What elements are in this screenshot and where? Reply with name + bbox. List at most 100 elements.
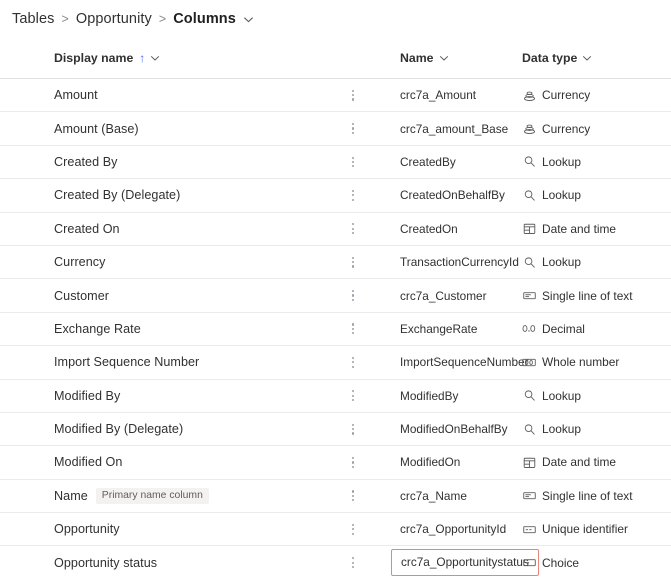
cell-display-name[interactable]: Created By xyxy=(0,155,330,169)
cell-data-type[interactable]: Decimal xyxy=(522,322,671,336)
cell-name[interactable]: crc7a_Amount xyxy=(400,86,522,104)
cell-display-name[interactable]: Currency xyxy=(0,255,330,269)
cell-name[interactable]: ModifiedBy xyxy=(400,387,522,405)
more-options-icon[interactable] xyxy=(347,520,359,539)
table-row[interactable]: Currency TransactionCurrencyId Lookup xyxy=(0,244,671,278)
table-row[interactable]: Created On CreatedOn Date and time xyxy=(0,211,671,245)
more-options-icon[interactable] xyxy=(347,420,359,439)
column-header-data-type[interactable]: Data type xyxy=(522,51,671,65)
cell-row-menu[interactable] xyxy=(330,153,400,172)
chevron-down-icon[interactable] xyxy=(582,53,592,63)
cell-name[interactable]: CreatedOnBehalfBy xyxy=(400,186,522,204)
chevron-down-icon[interactable] xyxy=(243,14,254,25)
cell-display-name[interactable]: Import Sequence Number xyxy=(0,355,330,369)
cell-data-type[interactable]: Date and time xyxy=(522,455,671,469)
cell-row-menu[interactable] xyxy=(330,253,400,272)
cell-display-name[interactable]: Name Primary name column xyxy=(0,487,330,505)
cell-name[interactable]: crc7a_OpportunityId xyxy=(400,520,522,538)
more-options-icon[interactable] xyxy=(347,86,359,105)
cell-display-name[interactable]: Opportunity status xyxy=(0,556,330,570)
cell-name[interactable]: crc7a_amount_Base xyxy=(400,120,522,138)
column-header-display-name[interactable]: Display name ↑ xyxy=(0,51,330,65)
cell-name[interactable]: ExchangeRate xyxy=(400,320,522,338)
sort-ascending-icon[interactable]: ↑ xyxy=(139,52,145,64)
table-row[interactable]: Modified By (Delegate) ModifiedOnBehalfBy… xyxy=(0,411,671,445)
cell-row-menu[interactable] xyxy=(330,486,400,505)
cell-data-type[interactable]: Lookup xyxy=(522,389,671,403)
cell-display-name[interactable]: Opportunity xyxy=(0,522,330,536)
column-header-name[interactable]: Name xyxy=(400,49,522,67)
table-row[interactable]: Created By CreatedBy Lookup xyxy=(0,144,671,178)
more-options-icon[interactable] xyxy=(347,186,359,205)
cell-data-type[interactable]: Lookup xyxy=(522,422,671,436)
cell-name[interactable]: crc7a_Name xyxy=(400,487,522,505)
more-options-icon[interactable] xyxy=(347,253,359,272)
cell-data-type[interactable]: Currency xyxy=(522,88,671,102)
cell-display-name[interactable]: Modified On xyxy=(0,455,330,469)
table-row[interactable]: Amount crc7a_Amount Currency xyxy=(0,78,671,111)
more-options-icon[interactable] xyxy=(347,219,359,238)
table-row[interactable]: Amount (Base) crc7a_amount_Base Currency xyxy=(0,111,671,144)
cell-name[interactable]: crc7a_Customer xyxy=(400,287,522,305)
cell-row-menu[interactable] xyxy=(330,553,400,572)
cell-name[interactable]: ModifiedOnBehalfBy xyxy=(400,420,522,438)
more-options-icon[interactable] xyxy=(347,286,359,305)
breadcrumb-item-columns[interactable]: Columns xyxy=(173,11,236,27)
table-row[interactable]: Exchange Rate ExchangeRate Decimal xyxy=(0,311,671,345)
cell-row-menu[interactable] xyxy=(330,186,400,205)
cell-row-menu[interactable] xyxy=(330,86,400,105)
more-options-icon[interactable] xyxy=(347,386,359,405)
more-options-icon[interactable] xyxy=(347,353,359,372)
cell-name[interactable]: CreatedBy xyxy=(400,153,522,171)
table-row[interactable]: Customer crc7a_Customer Single line of tex… xyxy=(0,278,671,311)
cell-name[interactable]: TransactionCurrencyId xyxy=(400,253,522,271)
cell-row-menu[interactable] xyxy=(330,286,400,305)
cell-data-type[interactable]: Unique identifier xyxy=(522,522,671,536)
more-options-icon[interactable] xyxy=(347,319,359,338)
cell-name[interactable]: crc7a_Opportunitystatus xyxy=(391,548,539,576)
cell-display-name[interactable]: Amount xyxy=(0,88,330,102)
cell-display-name[interactable]: Created On xyxy=(0,222,330,236)
cell-display-name[interactable]: Customer xyxy=(0,289,330,303)
breadcrumb-item-opportunity[interactable]: Opportunity xyxy=(76,11,152,27)
cell-data-type[interactable]: Lookup xyxy=(522,255,671,269)
table-row[interactable]: Opportunity status crc7a_Opportunitystatu… xyxy=(0,545,671,578)
cell-row-menu[interactable] xyxy=(330,520,400,539)
cell-row-menu[interactable] xyxy=(330,386,400,405)
cell-name[interactable]: CreatedOn xyxy=(400,220,522,238)
cell-data-type[interactable]: Choice xyxy=(522,556,671,570)
table-row[interactable]: Name Primary name column crc7a_Name Single … xyxy=(0,478,671,512)
cell-row-menu[interactable] xyxy=(330,119,400,138)
cell-name[interactable]: ModifiedOn xyxy=(400,453,522,471)
cell-row-menu[interactable] xyxy=(330,420,400,439)
cell-row-menu[interactable] xyxy=(330,453,400,472)
cell-name[interactable]: ImportSequenceNumber xyxy=(400,353,529,371)
cell-display-name[interactable]: Created By (Delegate) xyxy=(0,188,330,202)
cell-data-type[interactable]: Single line of text xyxy=(522,489,671,503)
cell-data-type[interactable]: Currency xyxy=(522,122,671,136)
cell-data-type[interactable]: Single line of text xyxy=(522,289,671,303)
cell-data-type[interactable]: Lookup xyxy=(522,155,671,169)
cell-row-menu[interactable] xyxy=(330,219,400,238)
cell-data-type[interactable]: Lookup xyxy=(522,188,671,202)
cell-display-name[interactable]: Amount (Base) xyxy=(0,122,330,136)
cell-data-type[interactable]: Whole number xyxy=(522,355,671,369)
cell-display-name[interactable]: Modified By xyxy=(0,389,330,403)
more-options-icon[interactable] xyxy=(347,453,359,472)
cell-data-type[interactable]: Date and time xyxy=(522,222,671,236)
cell-row-menu[interactable] xyxy=(330,353,400,372)
more-options-icon[interactable] xyxy=(347,553,359,572)
more-options-icon[interactable] xyxy=(347,153,359,172)
more-options-icon[interactable] xyxy=(347,119,359,138)
chevron-down-icon[interactable] xyxy=(150,53,160,63)
table-row[interactable]: Opportunity crc7a_OpportunityId Unique ide… xyxy=(0,512,671,545)
chevron-down-icon[interactable] xyxy=(439,53,449,63)
cell-display-name[interactable]: Exchange Rate xyxy=(0,322,330,336)
breadcrumb-item-tables[interactable]: Tables xyxy=(12,11,55,27)
table-row[interactable]: Modified On ModifiedOn Date and time xyxy=(0,445,671,478)
table-row[interactable]: Import Sequence Number ImportSequenceNumb… xyxy=(0,345,671,378)
more-options-icon[interactable] xyxy=(347,486,359,505)
cell-display-name[interactable]: Modified By (Delegate) xyxy=(0,422,330,436)
table-row[interactable]: Created By (Delegate) CreatedOnBehalfBy Lo… xyxy=(0,178,671,211)
table-row[interactable]: Modified By ModifiedBy Lookup xyxy=(0,378,671,412)
